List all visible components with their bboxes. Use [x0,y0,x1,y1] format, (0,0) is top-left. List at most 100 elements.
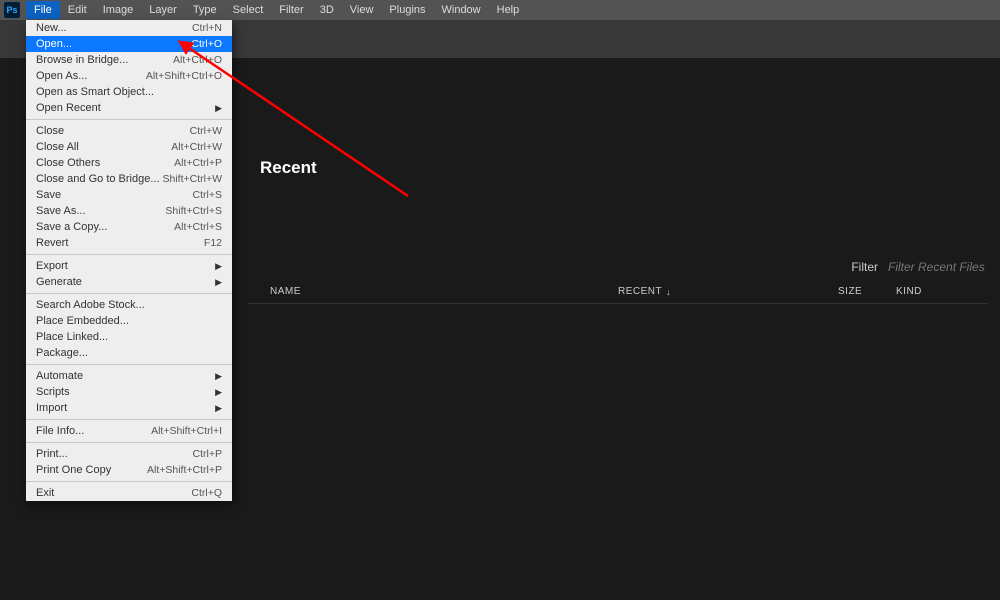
menu-item-label: Open as Smart Object... [36,86,154,98]
menu-3d[interactable]: 3D [312,1,342,19]
menu-item-browse-in-bridge[interactable]: Browse in Bridge... Alt+Ctrl+O [26,52,232,68]
menu-item-label: Revert [36,237,68,249]
menu-plugins[interactable]: Plugins [381,1,433,19]
menu-item-shortcut: Alt+Ctrl+S [174,221,222,233]
filter-label: Filter [851,260,878,274]
menu-item-close-and-go-to-bridge[interactable]: Close and Go to Bridge...Shift+Ctrl+W [26,171,232,187]
menu-item-shortcut: Ctrl+Q [191,487,222,499]
menu-item-shortcut: Alt+Ctrl+W [171,141,222,153]
menu-item-close[interactable]: CloseCtrl+W [26,123,232,139]
menu-item-scripts[interactable]: Scripts▶ [26,384,232,400]
menu-item-label: Print... [36,448,68,460]
menu-item-file-info[interactable]: File Info... Alt+Shift+Ctrl+I [26,423,232,439]
menu-item-label: Place Linked... [36,331,108,343]
menu-separator [26,364,232,365]
app-logo-text: Ps [6,5,17,15]
menu-help[interactable]: Help [489,1,528,19]
menu-item-shortcut: Shift+Ctrl+W [162,173,222,185]
menu-item-label: Save As... [36,205,86,217]
submenu-arrow-icon: ▶ [215,261,222,272]
menu-item-label: New... [36,22,67,34]
menu-item-label: Search Adobe Stock... [36,299,145,311]
menu-item-save-a-copy[interactable]: Save a Copy...Alt+Ctrl+S [26,219,232,235]
menu-separator [26,293,232,294]
menu-item-label: Close and Go to Bridge... [36,173,160,185]
column-recent[interactable]: RECENT ↓ [618,286,838,297]
menu-item-label: Open As... [36,70,87,82]
menu-item-label: Close Others [36,157,100,169]
menubar: Ps FileEditImageLayerTypeSelectFilter3DV… [0,0,1000,20]
menu-item-label: Generate [36,276,82,288]
menu-layer[interactable]: Layer [141,1,185,19]
menu-image[interactable]: Image [95,1,142,19]
menu-item-export[interactable]: Export▶ [26,258,232,274]
menu-item-close-all[interactable]: Close All Alt+Ctrl+W [26,139,232,155]
submenu-arrow-icon: ▶ [215,103,222,114]
menu-separator [26,419,232,420]
menu-item-print[interactable]: Print... Ctrl+P [26,446,232,462]
menu-item-shortcut: Ctrl+O [191,38,222,50]
filter-input[interactable] [888,260,988,274]
menu-item-revert[interactable]: RevertF12 [26,235,232,251]
sort-down-icon: ↓ [666,287,671,297]
menu-item-label: Browse in Bridge... [36,54,128,66]
menu-edit[interactable]: Edit [60,1,95,19]
column-size[interactable]: SIZE [838,286,896,297]
menu-item-generate[interactable]: Generate ▶ [26,274,232,290]
menu-item-open-recent[interactable]: Open Recent ▶ [26,100,232,116]
menu-item-label: Open Recent [36,102,101,114]
menu-item-open[interactable]: Open...Ctrl+O [26,36,232,52]
menu-item-label: Automate [36,370,83,382]
menu-item-label: Print One Copy [36,464,111,476]
menu-item-label: Package... [36,347,88,359]
menu-item-place-linked[interactable]: Place Linked... [26,329,232,345]
menu-item-automate[interactable]: Automate ▶ [26,368,232,384]
menu-item-open-as[interactable]: Open As... Alt+Shift+Ctrl+O [26,68,232,84]
recent-table-header: NAME RECENT ↓ SIZE KIND [248,286,988,304]
menu-item-label: Save [36,189,61,201]
menu-item-package[interactable]: Package... [26,345,232,361]
menu-item-new[interactable]: New... Ctrl+N [26,20,232,36]
menu-item-shortcut: Alt+Ctrl+P [174,157,222,169]
menu-item-label: Close [36,125,64,137]
app-logo: Ps [4,2,20,18]
menu-item-exit[interactable]: Exit Ctrl+Q [26,485,232,501]
menu-item-import[interactable]: Import▶ [26,400,232,416]
menu-item-open-as-smart-object[interactable]: Open as Smart Object... [26,84,232,100]
menu-item-search-adobe-stock[interactable]: Search Adobe Stock... [26,297,232,313]
submenu-arrow-icon: ▶ [215,277,222,288]
column-recent-label: RECENT [618,286,662,297]
menu-item-label: File Info... [36,425,84,437]
menu-item-shortcut: Alt+Shift+Ctrl+I [151,425,222,437]
menu-item-place-embedded[interactable]: Place Embedded... [26,313,232,329]
menu-item-shortcut: Ctrl+N [192,22,222,34]
menu-item-shortcut: Shift+Ctrl+S [165,205,222,217]
submenu-arrow-icon: ▶ [215,403,222,414]
menu-select[interactable]: Select [225,1,272,19]
menu-item-label: Exit [36,487,54,499]
submenu-arrow-icon: ▶ [215,371,222,382]
menu-item-close-others[interactable]: Close Others Alt+Ctrl+P [26,155,232,171]
menu-item-shortcut: Alt+Shift+Ctrl+P [147,464,222,476]
menu-view[interactable]: View [342,1,382,19]
menu-item-shortcut: Ctrl+P [193,448,222,460]
menu-window[interactable]: Window [434,1,489,19]
menu-item-label: Close All [36,141,79,153]
column-kind[interactable]: KIND [896,286,936,297]
menu-item-save-as[interactable]: Save As... Shift+Ctrl+S [26,203,232,219]
submenu-arrow-icon: ▶ [215,387,222,398]
menu-item-save[interactable]: Save Ctrl+S [26,187,232,203]
menu-separator [26,481,232,482]
menu-item-print-one-copy[interactable]: Print One Copy Alt+Shift+Ctrl+P [26,462,232,478]
menu-filter[interactable]: Filter [271,1,311,19]
recent-heading: Recent [260,158,1000,178]
menu-separator [26,254,232,255]
menu-type[interactable]: Type [185,1,225,19]
column-name[interactable]: NAME [248,286,618,297]
file-menu-dropdown: New...Ctrl+NOpen...Ctrl+OBrowse in Bridg… [26,20,232,501]
menu-separator [26,119,232,120]
menu-item-shortcut: Alt+Shift+Ctrl+O [146,70,222,82]
menu-item-shortcut: Alt+Ctrl+O [173,54,222,66]
menu-file[interactable]: File [26,1,60,19]
menu-item-shortcut: Ctrl+S [193,189,222,201]
